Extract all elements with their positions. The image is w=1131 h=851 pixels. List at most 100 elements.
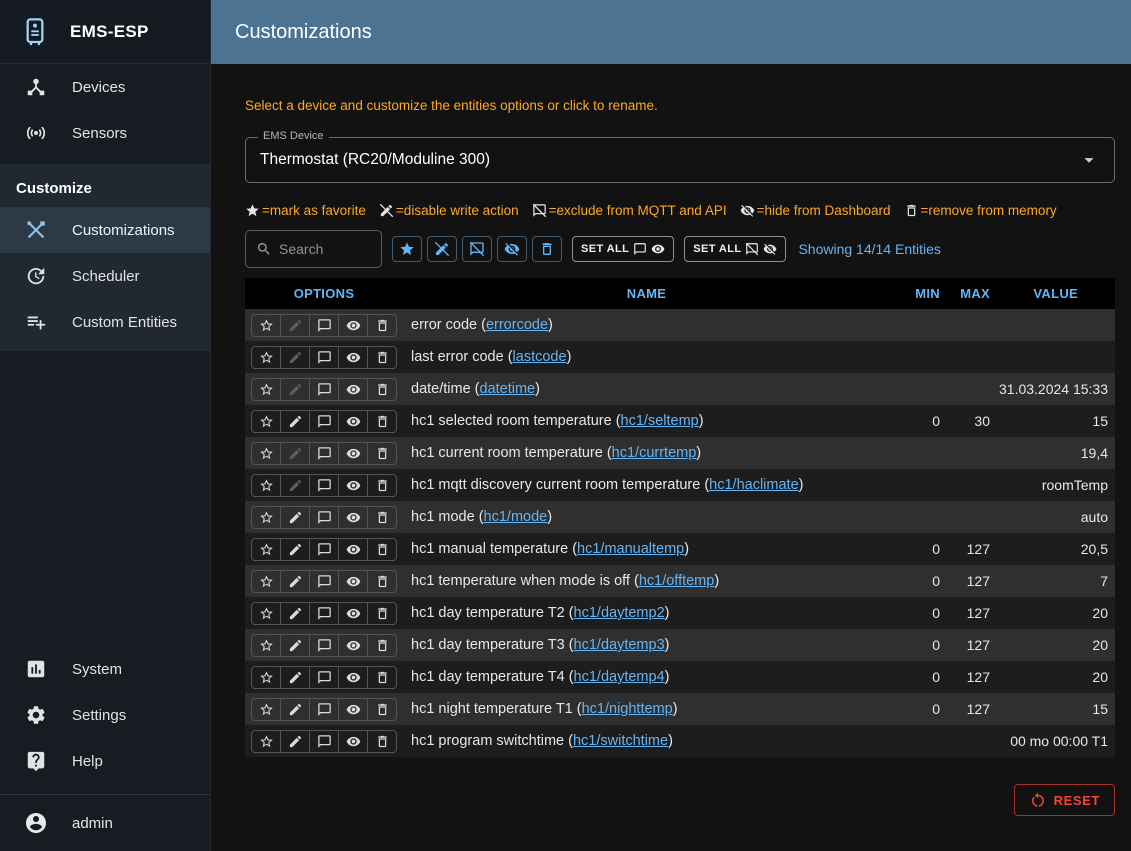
edit-toggle[interactable] xyxy=(280,730,310,753)
mqtt-exclude-toggle[interactable] xyxy=(309,378,339,401)
entity-name-cell[interactable]: hc1 current room temperature (hc1/currte… xyxy=(403,445,890,461)
edit-toggle[interactable] xyxy=(280,314,310,337)
sidebar-item-help[interactable]: Help xyxy=(0,738,210,784)
entity-name-cell[interactable]: last error code (lastcode) xyxy=(403,349,890,365)
visibility-toggle[interactable] xyxy=(338,570,368,593)
table-row[interactable]: error code (errorcode) xyxy=(245,309,1115,341)
edit-toggle[interactable] xyxy=(280,634,310,657)
table-row[interactable]: hc1 selected room temperature (hc1/selte… xyxy=(245,405,1115,437)
sidebar-item-sensors[interactable]: Sensors xyxy=(0,110,210,156)
visibility-toggle[interactable] xyxy=(338,602,368,625)
set-all-hide-button[interactable]: SET ALL xyxy=(684,236,786,262)
favorite-toggle[interactable] xyxy=(251,474,281,497)
entity-name-cell[interactable]: hc1 manual temperature (hc1/manualtemp) xyxy=(403,541,890,557)
mqtt-exclude-toggle[interactable] xyxy=(309,346,339,369)
entity-id-link[interactable]: hc1/seltemp xyxy=(621,413,699,429)
mqtt-exclude-toggle[interactable] xyxy=(309,410,339,433)
delete-toggle[interactable] xyxy=(367,730,397,753)
favorite-toggle[interactable] xyxy=(251,538,281,561)
table-row[interactable]: hc1 mqtt discovery current room temperat… xyxy=(245,469,1115,501)
visibility-toggle[interactable] xyxy=(338,474,368,497)
delete-toggle[interactable] xyxy=(367,570,397,593)
favorite-toggle[interactable] xyxy=(251,346,281,369)
entity-id-link[interactable]: hc1/currtemp xyxy=(612,445,697,461)
mqtt-exclude-toggle[interactable] xyxy=(309,570,339,593)
edit-toggle[interactable] xyxy=(280,346,310,369)
entity-name-cell[interactable]: hc1 day temperature T4 (hc1/daytemp4) xyxy=(403,669,890,685)
sidebar-item-custom-entities[interactable]: Custom Entities xyxy=(0,299,210,345)
favorite-toggle[interactable] xyxy=(251,378,281,401)
entity-id-link[interactable]: datetime xyxy=(480,381,536,397)
delete-toggle[interactable] xyxy=(367,698,397,721)
visibility-toggle[interactable] xyxy=(338,506,368,529)
mqtt-exclude-toggle[interactable] xyxy=(309,474,339,497)
entity-id-link[interactable]: lastcode xyxy=(513,349,567,365)
visibility-toggle[interactable] xyxy=(338,538,368,561)
edit-toggle[interactable] xyxy=(280,538,310,561)
edit-toggle[interactable] xyxy=(280,698,310,721)
table-row[interactable]: hc1 day temperature T4 (hc1/daytemp4) 0 … xyxy=(245,661,1115,693)
delete-toggle[interactable] xyxy=(367,346,397,369)
favorite-toggle[interactable] xyxy=(251,602,281,625)
edit-toggle[interactable] xyxy=(280,442,310,465)
mqtt-exclude-toggle[interactable] xyxy=(309,666,339,689)
mqtt-exclude-toggle[interactable] xyxy=(309,634,339,657)
entity-name-cell[interactable]: hc1 mode (hc1/mode) xyxy=(403,509,890,525)
entity-id-link[interactable]: hc1/switchtime xyxy=(573,733,668,749)
delete-toggle[interactable] xyxy=(367,442,397,465)
filter-favorite-button[interactable] xyxy=(392,236,422,262)
entity-name-cell[interactable]: hc1 day temperature T3 (hc1/daytemp3) xyxy=(403,637,890,653)
filter-hide-dashboard-button[interactable] xyxy=(497,236,527,262)
favorite-toggle[interactable] xyxy=(251,698,281,721)
entity-name-cell[interactable]: hc1 day temperature T2 (hc1/daytemp2) xyxy=(403,605,890,621)
entity-id-link[interactable]: hc1/daytemp3 xyxy=(574,637,665,653)
visibility-toggle[interactable] xyxy=(338,378,368,401)
visibility-toggle[interactable] xyxy=(338,730,368,753)
filter-exclude-mqtt-button[interactable] xyxy=(462,236,492,262)
entity-name-cell[interactable]: hc1 selected room temperature (hc1/selte… xyxy=(403,413,890,429)
edit-toggle[interactable] xyxy=(280,666,310,689)
table-row[interactable]: hc1 current room temperature (hc1/currte… xyxy=(245,437,1115,469)
ems-device-select[interactable]: EMS Device Thermostat (RC20/Moduline 300… xyxy=(245,137,1115,183)
mqtt-exclude-toggle[interactable] xyxy=(309,602,339,625)
edit-toggle[interactable] xyxy=(280,410,310,433)
mqtt-exclude-toggle[interactable] xyxy=(309,442,339,465)
entity-id-link[interactable]: hc1/haclimate xyxy=(709,477,798,493)
sidebar-item-settings[interactable]: Settings xyxy=(0,692,210,738)
edit-toggle[interactable] xyxy=(280,474,310,497)
table-row[interactable]: hc1 mode (hc1/mode) auto xyxy=(245,501,1115,533)
delete-toggle[interactable] xyxy=(367,474,397,497)
user-row[interactable]: admin xyxy=(0,795,210,851)
filter-disable-write-button[interactable] xyxy=(427,236,457,262)
reset-button[interactable]: RESET xyxy=(1014,784,1115,816)
entity-name-cell[interactable]: error code (errorcode) xyxy=(403,317,890,333)
favorite-toggle[interactable] xyxy=(251,410,281,433)
edit-toggle[interactable] xyxy=(280,506,310,529)
visibility-toggle[interactable] xyxy=(338,410,368,433)
delete-toggle[interactable] xyxy=(367,314,397,337)
set-all-show-button[interactable]: SET ALL xyxy=(572,236,674,262)
sidebar-item-scheduler[interactable]: Scheduler xyxy=(0,253,210,299)
favorite-toggle[interactable] xyxy=(251,314,281,337)
entity-id-link[interactable]: hc1/daytemp2 xyxy=(574,605,665,621)
search-input[interactable] xyxy=(279,241,367,257)
table-row[interactable]: date/time (datetime) 31.03.2024 15:33 xyxy=(245,373,1115,405)
mqtt-exclude-toggle[interactable] xyxy=(309,314,339,337)
entity-name-cell[interactable]: hc1 program switchtime (hc1/switchtime) xyxy=(403,733,890,749)
favorite-toggle[interactable] xyxy=(251,666,281,689)
table-row[interactable]: hc1 program switchtime (hc1/switchtime) … xyxy=(245,725,1115,757)
sidebar-item-customizations[interactable]: Customizations xyxy=(0,207,210,253)
mqtt-exclude-toggle[interactable] xyxy=(309,538,339,561)
delete-toggle[interactable] xyxy=(367,378,397,401)
favorite-toggle[interactable] xyxy=(251,442,281,465)
visibility-toggle[interactable] xyxy=(338,442,368,465)
visibility-toggle[interactable] xyxy=(338,698,368,721)
entity-id-link[interactable]: hc1/nighttemp xyxy=(582,701,673,717)
entity-id-link[interactable]: hc1/daytemp4 xyxy=(574,669,665,685)
entity-name-cell[interactable]: hc1 temperature when mode is off (hc1/of… xyxy=(403,573,890,589)
visibility-toggle[interactable] xyxy=(338,314,368,337)
entity-id-link[interactable]: hc1/offtemp xyxy=(639,573,715,589)
entity-id-link[interactable]: errorcode xyxy=(486,317,548,333)
entity-id-link[interactable]: hc1/manualtemp xyxy=(577,541,684,557)
favorite-toggle[interactable] xyxy=(251,730,281,753)
